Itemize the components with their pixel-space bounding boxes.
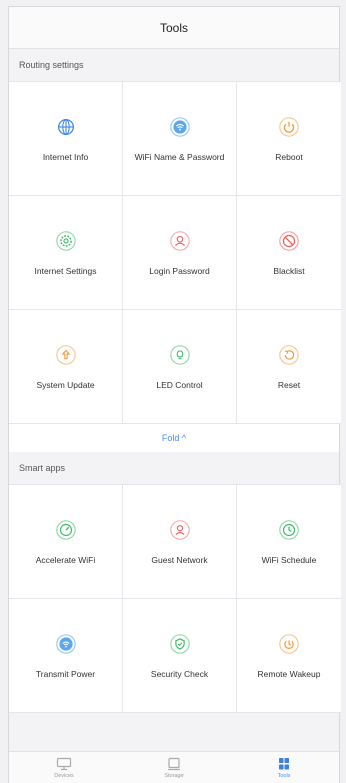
guest-icon bbox=[169, 519, 191, 541]
tile-label: Remote Wakeup bbox=[257, 668, 321, 679]
routing-tile-blacklist[interactable]: Blacklist bbox=[237, 196, 341, 310]
tile-label: Internet Info bbox=[42, 151, 89, 162]
tile-label: LED Control bbox=[156, 379, 203, 390]
routing-grid: Internet Info WiFi Name & Password Reboot I… bbox=[9, 81, 341, 424]
page-title: Tools bbox=[159, 20, 188, 35]
tab-storage-label: Storage bbox=[164, 772, 184, 779]
routing-section-header: Routing settings bbox=[9, 49, 339, 81]
tile-label: Internet Settings bbox=[34, 265, 97, 276]
tile-label: Login Password bbox=[149, 265, 210, 276]
routing-tile-internet-info[interactable]: Internet Info bbox=[9, 82, 123, 196]
monitor-icon bbox=[56, 757, 72, 770]
routing-tile-reboot[interactable]: Reboot bbox=[237, 82, 341, 196]
tile-label: Reboot bbox=[275, 151, 303, 162]
smart-app-tile-transmit-power[interactable]: Transmit Power bbox=[9, 599, 123, 713]
tab-tools[interactable]: Tools bbox=[229, 752, 339, 783]
tile-label: Reset bbox=[277, 379, 301, 390]
block-icon bbox=[278, 230, 300, 252]
gear-icon bbox=[55, 230, 77, 252]
app-frame: Tools Routing settings Internet Info WiFi… bbox=[8, 6, 341, 783]
power-icon bbox=[278, 116, 300, 138]
tile-label: Guest Network bbox=[151, 554, 208, 565]
upload-icon bbox=[55, 344, 77, 366]
tab-tools-label: Tools bbox=[277, 772, 291, 779]
reset-icon bbox=[278, 344, 300, 366]
routing-tile-wifi-name-password[interactable]: WiFi Name & Password bbox=[123, 82, 237, 196]
tile-label: WiFi Schedule bbox=[261, 554, 317, 565]
tile-label: Security Check bbox=[150, 668, 209, 679]
title-bar: Tools bbox=[9, 7, 339, 49]
routing-section-title: Routing settings bbox=[19, 60, 84, 70]
globe-icon bbox=[55, 116, 77, 138]
tab-storage[interactable]: Storage bbox=[119, 752, 229, 783]
smart-apps-grid: Accelerate WiFi Guest Network WiFi Schedul… bbox=[9, 484, 341, 713]
bottom-tab-bar: Devices Storage Tools bbox=[9, 751, 339, 783]
routing-tile-internet-settings[interactable]: Internet Settings bbox=[9, 196, 123, 310]
bulb-icon bbox=[169, 344, 191, 366]
smart-app-tile-accelerate-wifi[interactable]: Accelerate WiFi bbox=[9, 485, 123, 599]
user-lock-icon bbox=[169, 230, 191, 252]
storage-icon bbox=[168, 757, 180, 770]
clock-icon bbox=[278, 519, 300, 541]
tile-label: Accelerate WiFi bbox=[35, 554, 96, 565]
smart-app-tile-guest-network[interactable]: Guest Network bbox=[123, 485, 237, 599]
tab-devices-label: Devices bbox=[54, 772, 74, 779]
routing-tile-reset[interactable]: Reset bbox=[237, 310, 341, 424]
tile-label: System Update bbox=[36, 379, 95, 390]
signal-icon bbox=[55, 633, 77, 655]
smart-app-tile-wifi-schedule[interactable]: WiFi Schedule bbox=[237, 485, 341, 599]
smart-apps-section-title: Smart apps bbox=[19, 463, 66, 473]
smart-apps-section-header: Smart apps bbox=[9, 452, 339, 484]
wifi-icon bbox=[169, 116, 191, 138]
speedometer-icon bbox=[55, 519, 77, 541]
fold-button[interactable]: Fold ^ bbox=[9, 424, 339, 452]
routing-tile-system-update[interactable]: System Update bbox=[9, 310, 123, 424]
tile-label: WiFi Name & Password bbox=[134, 151, 225, 162]
smart-app-tile-remote-wakeup[interactable]: Remote Wakeup bbox=[237, 599, 341, 713]
tile-label: Blacklist bbox=[273, 265, 305, 276]
wakeup-icon bbox=[278, 633, 300, 655]
tools-grid-icon bbox=[279, 757, 289, 769]
smart-app-tile-security-check[interactable]: Security Check bbox=[123, 599, 237, 713]
tab-devices[interactable]: Devices bbox=[9, 752, 119, 783]
shield-icon bbox=[169, 633, 191, 655]
fold-label: Fold ^ bbox=[161, 433, 187, 443]
routing-tile-led-control[interactable]: LED Control bbox=[123, 310, 237, 424]
tile-label: Transmit Power bbox=[35, 668, 96, 679]
routing-tile-login-password[interactable]: Login Password bbox=[123, 196, 237, 310]
